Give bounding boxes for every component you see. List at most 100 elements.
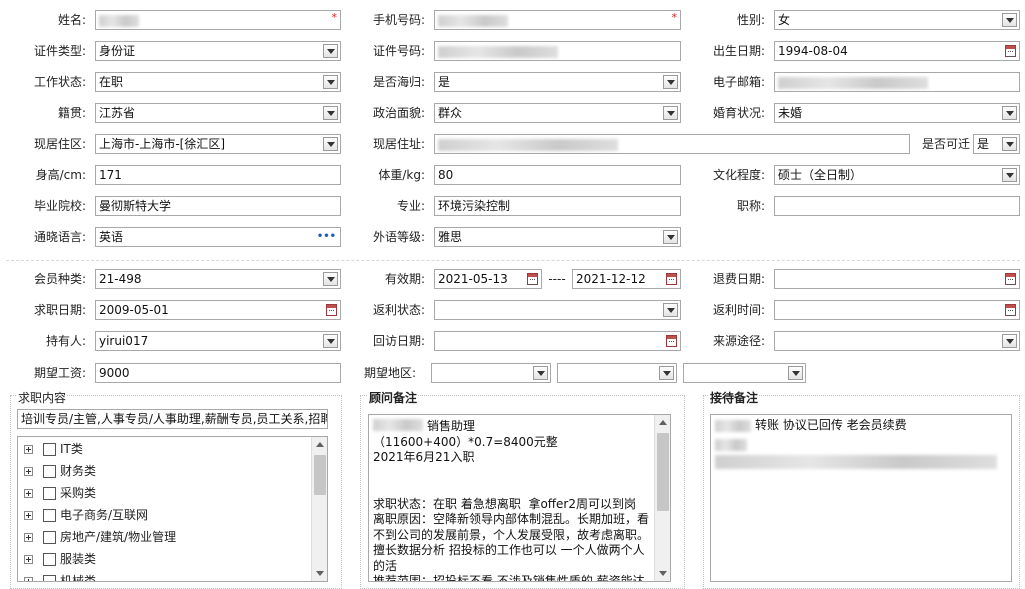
category-checkbox[interactable] bbox=[43, 487, 56, 500]
expand-plus-icon[interactable] bbox=[24, 533, 33, 542]
expand-plus-icon[interactable] bbox=[24, 467, 33, 476]
calendar-icon[interactable] bbox=[666, 273, 677, 285]
tree-item[interactable]: 采购类 bbox=[24, 483, 96, 503]
member-type-select[interactable]: 21-498 bbox=[95, 269, 341, 289]
dropdown-arrow-icon[interactable] bbox=[323, 44, 338, 58]
advisor-notes-textarea[interactable]: 销售助理 （11600+400）*0.7=8400元整 2021年6月21入职 求职状… bbox=[368, 414, 671, 582]
school-input[interactable]: 曼彻斯特大学 bbox=[95, 196, 341, 216]
calendar-icon[interactable] bbox=[666, 335, 677, 347]
dropdown-arrow-icon[interactable] bbox=[1002, 137, 1017, 151]
reception-notes-textarea[interactable]: 转账 协议已回传 老会员续费 bbox=[710, 414, 1012, 582]
job-content-summary-input[interactable]: 培训专员/主管,人事专员/人事助理,薪酬专员,员工关系,招聘 bbox=[17, 409, 328, 429]
dropdown-arrow-icon[interactable] bbox=[323, 272, 338, 286]
expand-plus-icon[interactable] bbox=[24, 511, 33, 520]
dropdown-arrow-icon[interactable] bbox=[788, 366, 803, 380]
refund-date-input[interactable] bbox=[774, 269, 1020, 289]
jobdate-input[interactable]: 2009-05-01 bbox=[95, 300, 341, 320]
valid-from-input[interactable]: 2021-05-13 bbox=[434, 269, 542, 289]
valid-to-input[interactable]: 2021-12-12 bbox=[572, 269, 681, 289]
language-input[interactable]: 英语 ••• bbox=[95, 227, 341, 247]
tree-item[interactable]: 电子商务/互联网 bbox=[24, 505, 148, 525]
major-input[interactable]: 环境污染控制 bbox=[434, 196, 681, 216]
region-province-select[interactable] bbox=[431, 363, 551, 383]
region-district-select[interactable] bbox=[683, 363, 806, 383]
address-input[interactable] bbox=[434, 134, 910, 154]
name-input[interactable]: * bbox=[95, 10, 341, 30]
advisor-scrollbar[interactable] bbox=[654, 415, 670, 581]
tree-item[interactable]: 财务类 bbox=[24, 461, 96, 481]
tree-item[interactable]: 服装类 bbox=[24, 549, 96, 569]
dropdown-arrow-icon[interactable] bbox=[533, 366, 548, 380]
category-checkbox[interactable] bbox=[43, 465, 56, 478]
expand-plus-icon[interactable] bbox=[24, 445, 33, 454]
marital-select[interactable]: 未婚 bbox=[774, 103, 1020, 123]
calendar-icon[interactable] bbox=[1005, 273, 1016, 285]
reception-note-line: 转账 协议已回传 老会员续费 bbox=[755, 418, 907, 432]
scroll-up-icon[interactable] bbox=[659, 420, 667, 425]
category-checkbox[interactable] bbox=[43, 575, 56, 581]
phone-input[interactable]: * bbox=[434, 10, 681, 30]
job-category-tree[interactable]: IT类财务类采购类 电子商务/互联网 房地产/建筑/物业管理 服装类机械类 bbox=[17, 436, 328, 582]
category-checkbox[interactable] bbox=[43, 531, 56, 544]
dropdown-arrow-icon[interactable] bbox=[323, 75, 338, 89]
dropdown-arrow-icon[interactable] bbox=[323, 334, 338, 348]
tree-item[interactable]: IT类 bbox=[24, 439, 83, 459]
idtype-select[interactable]: 身份证 bbox=[95, 41, 341, 61]
dropdown-arrow-icon[interactable] bbox=[323, 137, 338, 151]
scroll-thumb[interactable] bbox=[314, 455, 326, 495]
native-select[interactable]: 江苏省 bbox=[95, 103, 341, 123]
education-select[interactable]: 硕士（全日制） bbox=[774, 165, 1020, 185]
tree-item[interactable]: 机械类 bbox=[24, 571, 96, 581]
expand-plus-icon[interactable] bbox=[24, 577, 33, 581]
dropdown-arrow-icon[interactable] bbox=[1002, 106, 1017, 120]
political-select[interactable]: 群众 bbox=[434, 103, 681, 123]
rebate-status-select[interactable] bbox=[434, 300, 681, 320]
dropdown-arrow-icon[interactable] bbox=[663, 106, 678, 120]
scroll-up-icon[interactable] bbox=[316, 442, 324, 447]
dropdown-arrow-icon[interactable] bbox=[1002, 13, 1017, 27]
scroll-down-icon[interactable] bbox=[659, 571, 667, 576]
relocate-select[interactable]: 是 bbox=[973, 134, 1020, 154]
redacted-phone bbox=[438, 14, 508, 27]
salary-input[interactable]: 9000 bbox=[95, 363, 341, 383]
category-checkbox[interactable] bbox=[43, 553, 56, 566]
category-checkbox[interactable] bbox=[43, 509, 56, 522]
visit-date-input[interactable] bbox=[434, 331, 681, 351]
tree-item-label: 财务类 bbox=[60, 464, 97, 478]
calendar-icon[interactable] bbox=[326, 304, 337, 316]
expand-plus-icon[interactable] bbox=[24, 489, 33, 498]
height-input[interactable]: 171 bbox=[95, 165, 341, 185]
weight-input[interactable]: 80 bbox=[434, 165, 681, 185]
dropdown-arrow-icon[interactable] bbox=[323, 106, 338, 120]
region-city-select[interactable] bbox=[557, 363, 677, 383]
idno-input[interactable] bbox=[434, 41, 681, 61]
rebate-time-input[interactable] bbox=[774, 300, 1020, 320]
dropdown-arrow-icon[interactable] bbox=[1002, 168, 1017, 182]
dropdown-arrow-icon[interactable] bbox=[663, 303, 678, 317]
calendar-icon[interactable] bbox=[1005, 304, 1016, 316]
tree-item[interactable]: 房地产/建筑/物业管理 bbox=[24, 527, 176, 547]
dropdown-arrow-icon[interactable] bbox=[663, 230, 678, 244]
residence-select[interactable]: 上海市-上海市-[徐汇区] bbox=[95, 134, 341, 154]
tree-scrollbar[interactable] bbox=[311, 437, 327, 581]
langlevel-select[interactable]: 雅思 bbox=[434, 227, 681, 247]
source-select[interactable] bbox=[774, 331, 1020, 351]
calendar-icon[interactable] bbox=[1005, 45, 1016, 57]
dropdown-arrow-icon[interactable] bbox=[659, 366, 674, 380]
more-options-icon[interactable]: ••• bbox=[317, 228, 336, 246]
overseas-select[interactable]: 是 bbox=[434, 72, 681, 92]
workstatus-select[interactable]: 在职 bbox=[95, 72, 341, 92]
dropdown-arrow-icon[interactable] bbox=[663, 75, 678, 89]
category-checkbox[interactable] bbox=[43, 443, 56, 456]
holder-select[interactable]: yirui017 bbox=[95, 331, 341, 351]
scroll-thumb[interactable] bbox=[657, 433, 669, 511]
expand-plus-icon[interactable] bbox=[24, 555, 33, 564]
scroll-down-icon[interactable] bbox=[316, 571, 324, 576]
calendar-icon[interactable] bbox=[527, 273, 538, 285]
gender-select[interactable]: 女 bbox=[774, 10, 1020, 30]
dropdown-arrow-icon[interactable] bbox=[1002, 334, 1017, 348]
email-input[interactable] bbox=[774, 72, 1020, 92]
title-input[interactable] bbox=[774, 196, 1020, 216]
birth-date-input[interactable]: 1994-08-04 bbox=[774, 41, 1020, 61]
name-label: 姓名: bbox=[57, 13, 86, 27]
